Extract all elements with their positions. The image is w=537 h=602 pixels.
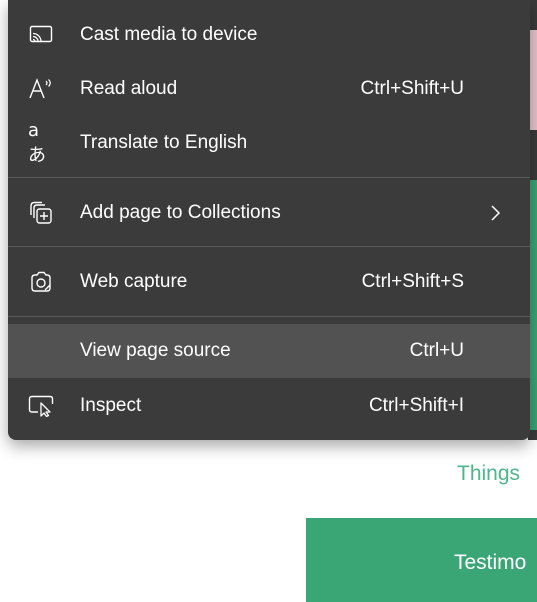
menu-item-label: Web capture: [80, 271, 188, 292]
context-menu: Cast media to device Read aloud Ctrl+Shi…: [8, 0, 530, 440]
translate-icon: aあ: [28, 119, 46, 166]
menu-divider: [8, 316, 530, 317]
menu-divider: [8, 246, 530, 247]
menu-item-read-aloud[interactable]: Read aloud Ctrl+Shift+U: [8, 62, 530, 116]
testimonials-button-label: Testimo: [454, 551, 527, 574]
web-capture-icon: [28, 269, 54, 295]
cast-icon: [28, 22, 54, 48]
page-green-band: [530, 180, 537, 430]
menu-item-label: Translate to English: [80, 132, 248, 153]
read-aloud-icon: [28, 76, 54, 102]
shortcut-text: Ctrl+U: [409, 340, 464, 361]
menu-item-web-capture[interactable]: Web capture Ctrl+Shift+S: [8, 255, 530, 309]
inspect-icon: [28, 393, 54, 419]
menu-item-label: View page source: [80, 340, 231, 361]
shortcut-text: Ctrl+Shift+U: [360, 78, 464, 99]
menu-item-label: Cast media to device: [80, 24, 258, 45]
menu-item-label: Inspect: [80, 395, 142, 416]
testimonials-button[interactable]: Testimo: [306, 518, 537, 602]
shortcut-text: Ctrl+Shift+I: [368, 395, 464, 416]
menu-item-label: Read aloud: [80, 78, 178, 99]
menu-item-view-page-source[interactable]: View page source Ctrl+U: [8, 324, 530, 378]
menu-item-label: Add page to Collections: [80, 202, 281, 223]
menu-item-cast-media[interactable]: Cast media to device: [8, 8, 530, 62]
menu-item-translate[interactable]: aあ Translate to English: [8, 116, 530, 170]
things-link[interactable]: Things: [457, 462, 520, 486]
collections-add-icon: [28, 200, 54, 226]
chevron-right-icon: [488, 203, 502, 223]
menu-item-add-to-collections[interactable]: Add page to Collections: [8, 186, 530, 240]
menu-divider: [8, 177, 530, 178]
menu-item-inspect[interactable]: Inspect Ctrl+Shift+I: [8, 379, 530, 433]
shortcut-text: Ctrl+Shift+S: [361, 271, 464, 292]
page-pink-band: [530, 30, 537, 130]
